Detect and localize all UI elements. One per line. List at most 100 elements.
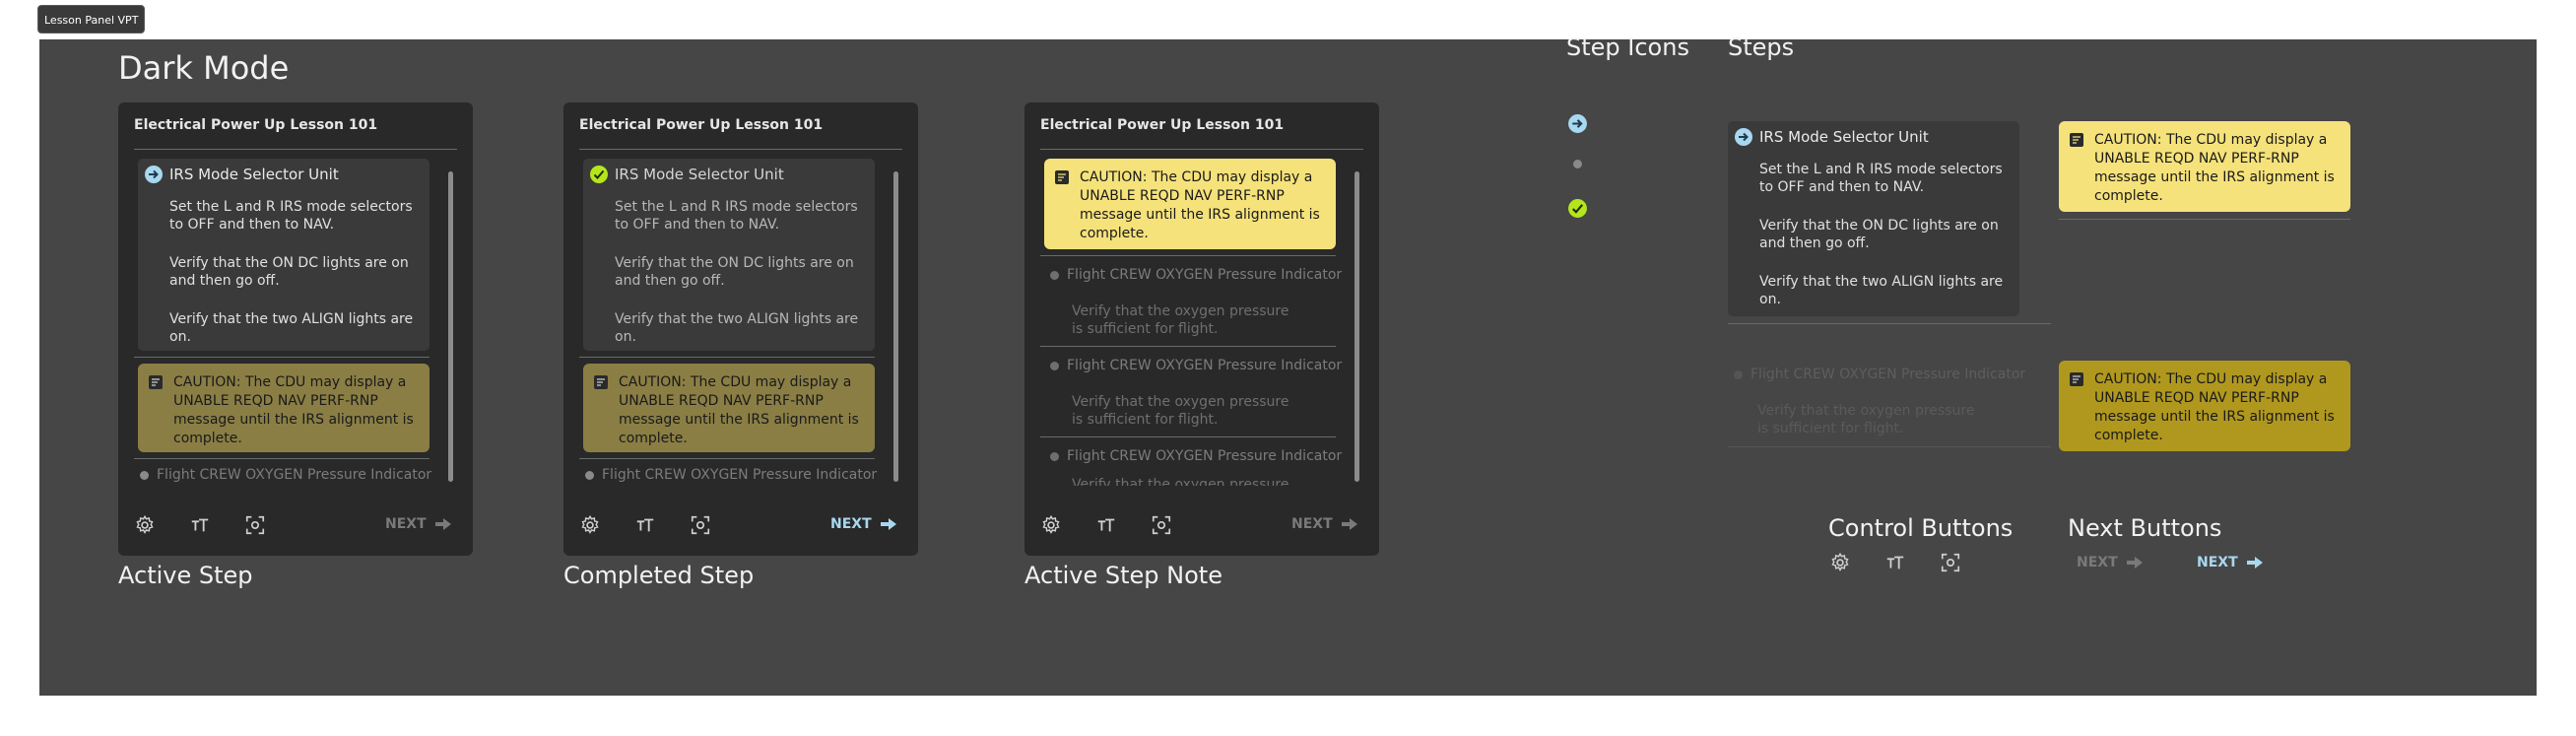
step-item: Verify that the two ALIGN lights are on. <box>1759 274 2004 307</box>
title-divider <box>134 149 457 150</box>
step-header: IRS Mode Selector Unit <box>144 165 339 184</box>
note-icon <box>149 375 163 389</box>
panel-title: Electrical Power Up Lesson 101 <box>1040 117 1285 133</box>
scrollbar[interactable] <box>1354 171 1359 482</box>
text-size-icon[interactable] <box>634 514 656 536</box>
step-upcoming: Flight CREW OXYGEN Pressure Indicator <box>1050 267 1342 283</box>
step-item: Verify that the oxygen pressure is <box>1072 477 1289 486</box>
step-item: Set the L and R IRS mode selectors to OF… <box>169 199 413 233</box>
control-toolbar: NEXT <box>1024 495 1379 556</box>
arrow-circle-icon <box>1568 114 1587 133</box>
control-buttons-heading: Control Buttons <box>1828 514 2014 542</box>
scrollbar[interactable] <box>448 171 453 482</box>
step-header: IRS Mode Selector Unit <box>1734 127 1929 147</box>
gear-icon[interactable] <box>1829 552 1851 573</box>
next-button-active[interactable]: NEXT <box>830 516 897 532</box>
text-size-icon[interactable] <box>189 514 211 536</box>
dark-mode-heading: Dark Mode <box>118 49 290 87</box>
focus-frame-icon[interactable] <box>244 514 266 536</box>
pending-dot-icon <box>1050 270 1059 280</box>
step-item: Set the L and R IRS mode selectors to OF… <box>1759 162 2003 195</box>
step-item: Verify that the oxygen pressure is suffi… <box>1757 403 1975 436</box>
step-title: Flight CREW OXYGEN Pressure Indicator <box>1067 358 1343 373</box>
pending-dot-icon <box>1573 160 1582 168</box>
step-card-active[interactable]: IRS Mode Selector Unit Set the L and R I… <box>138 159 429 351</box>
step-item: Set the L and R IRS mode selectors to OF… <box>615 199 858 233</box>
step-title: IRS Mode Selector Unit <box>1759 128 1929 146</box>
focus-frame-icon[interactable] <box>1940 552 1961 573</box>
arrow-right-icon <box>434 518 451 530</box>
steps-heading: Steps <box>1728 33 1795 61</box>
gear-icon[interactable] <box>1040 514 1062 536</box>
arrow-right-icon <box>880 518 896 530</box>
step-card-completed[interactable]: IRS Mode Selector Unit Set the L and R I… <box>583 159 875 351</box>
gear-icon[interactable] <box>134 514 156 536</box>
divider <box>1040 255 1336 256</box>
pending-dot-icon <box>1734 369 1743 379</box>
steps-scroll-area[interactable]: CAUTION: The CDU may display a UNABLE RE… <box>1040 157 1344 486</box>
next-buttons-heading: Next Buttons <box>2068 514 2222 542</box>
step-icons-heading: Step Icons <box>1566 33 1689 61</box>
step-title: Flight CREW OXYGEN Pressure Indicator <box>602 467 878 483</box>
lesson-panel-active-step: Electrical Power Up Lesson 101 IRS Mode … <box>118 102 473 556</box>
caption-active-step: Active Step <box>118 562 253 589</box>
focus-frame-icon[interactable] <box>1151 514 1172 536</box>
caution-note: CAUTION: The CDU may display a UNABLE RE… <box>583 364 875 452</box>
caption-active-step-note: Active Step Note <box>1024 562 1222 589</box>
next-button-disabled[interactable]: NEXT <box>2077 555 2144 570</box>
pending-dot-icon <box>140 470 149 480</box>
next-button-disabled[interactable]: NEXT <box>1291 516 1358 532</box>
divider <box>1040 346 1336 347</box>
caution-note-active[interactable]: CAUTION: The CDU may display a UNABLE RE… <box>1044 159 1336 249</box>
note-icon <box>2070 372 2083 386</box>
note-icon <box>2070 133 2083 147</box>
next-button-active[interactable]: NEXT <box>2197 555 2264 570</box>
step-item: Verify that the two ALIGN lights are on. <box>615 311 859 345</box>
caution-note-active[interactable]: CAUTION: The CDU may display a UNABLE RE… <box>2059 121 2350 212</box>
step-title: Flight CREW OXYGEN Pressure Indicator <box>157 467 432 483</box>
next-label: NEXT <box>830 516 872 532</box>
next-label: NEXT <box>1291 516 1333 532</box>
arrow-circle-icon <box>1735 128 1752 146</box>
text-size-icon[interactable] <box>1095 514 1117 536</box>
note-icon <box>1055 170 1069 184</box>
pending-dot-icon <box>1050 451 1059 461</box>
title-divider <box>579 149 902 150</box>
step-title: Flight CREW OXYGEN Pressure Indicator <box>1067 267 1343 283</box>
caution-text: CAUTION: The CDU may display a UNABLE RE… <box>2094 132 2335 204</box>
step-upcoming: Flight CREW OXYGEN Pressure Indicator <box>140 467 431 483</box>
step-item: Verify that the ON DC lights are on and … <box>169 255 409 289</box>
text-size-icon[interactable] <box>1884 552 1906 573</box>
caution-note-dark[interactable]: CAUTION: The CDU may display a UNABLE RE… <box>2059 361 2350 451</box>
arrow-right-icon <box>2126 557 2143 569</box>
step-upcoming: Flight CREW OXYGEN Pressure Indicator <box>1050 448 1342 464</box>
step-upcoming: Flight CREW OXYGEN Pressure Indicator <box>1050 358 1342 373</box>
next-label: NEXT <box>385 516 427 532</box>
step-card-active[interactable]: IRS Mode Selector Unit Set the L and R I… <box>1728 121 2019 316</box>
caution-text: CAUTION: The CDU may display a UNABLE RE… <box>2094 371 2335 443</box>
title-divider <box>1040 149 1363 150</box>
caution-text: CAUTION: The CDU may display a UNABLE RE… <box>173 374 414 446</box>
caution-text: CAUTION: The CDU may display a UNABLE RE… <box>1080 169 1320 241</box>
lesson-panel-badge[interactable]: Lesson Panel VPT <box>37 5 146 33</box>
arrow-right-icon <box>2246 557 2263 569</box>
scrollbar[interactable] <box>893 171 898 482</box>
pending-dot-icon <box>585 470 594 480</box>
steps-scroll-area[interactable]: IRS Mode Selector Unit Set the L and R I… <box>134 157 437 486</box>
focus-frame-icon[interactable] <box>690 514 711 536</box>
next-button-disabled[interactable]: NEXT <box>385 516 452 532</box>
step-item: Verify that the ON DC lights are on and … <box>615 255 854 289</box>
panel-title: Electrical Power Up Lesson 101 <box>579 117 824 133</box>
step-item: Verify that the two ALIGN lights are on. <box>169 311 414 345</box>
divider <box>1040 436 1336 437</box>
next-label: NEXT <box>2197 555 2238 570</box>
step-upcoming: Flight CREW OXYGEN Pressure Indicator <box>585 467 877 483</box>
divider <box>2059 219 2350 220</box>
gear-icon[interactable] <box>579 514 601 536</box>
divider <box>579 357 875 358</box>
check-circle-icon <box>1568 199 1587 218</box>
pending-dot-icon <box>1050 361 1059 370</box>
step-item: Verify that the oxygen pressure is suffi… <box>1072 394 1289 428</box>
steps-scroll-area[interactable]: IRS Mode Selector Unit Set the L and R I… <box>579 157 883 486</box>
divider <box>1728 323 2051 324</box>
